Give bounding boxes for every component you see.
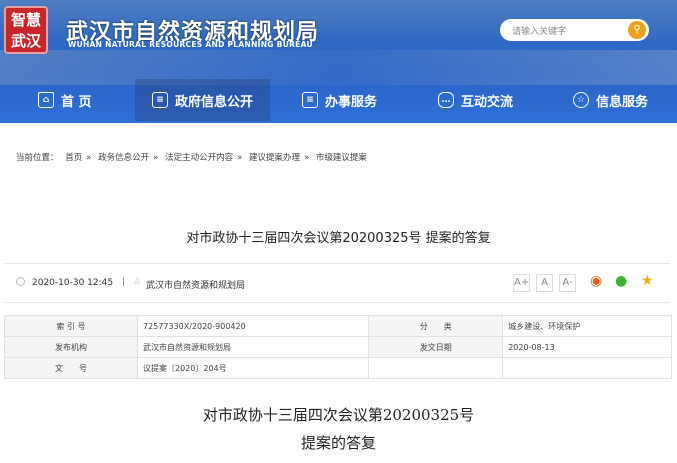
breadcrumb-link[interactable]: 法定主动公开内容	[165, 153, 233, 163]
source: 武汉市自然资源和规划局	[146, 281, 246, 291]
value: 武汉市自然资源和规划局	[136, 336, 370, 358]
main-nav: ⌂ 首 页 ≡ 政府信息公开 ≡ 办事服务 … 互动交流 ☆ 信息服务	[0, 79, 677, 121]
home-icon: ⌂	[38, 92, 54, 108]
body-title-line: 对市政协十三届四次会议第20200325号	[202, 406, 475, 424]
value	[502, 357, 672, 379]
search-button[interactable]: ⚲	[628, 21, 646, 39]
divider: |	[122, 277, 126, 287]
favorite-star-icon[interactable]: ★	[641, 273, 654, 289]
label	[368, 357, 504, 379]
breadcrumb-sep: »	[86, 153, 92, 163]
table-row: 发布机构 武汉市自然资源和规划局 发文日期 2020-08-13	[4, 336, 672, 358]
nav-label: 首 页	[61, 94, 92, 110]
wechat-icon[interactable]: ●	[615, 273, 627, 289]
breadcrumb-link[interactable]: 首页	[65, 153, 82, 163]
breadcrumb-prefix: 当前位置：	[16, 153, 59, 163]
article-body-title: 对市政协十三届四次会议第20200325号 提案的答复	[0, 401, 677, 457]
chat-icon: …	[438, 92, 454, 108]
font-normal-button[interactable]: A	[536, 274, 553, 292]
logo[interactable]: 智慧 武汉	[4, 6, 48, 54]
table-row: 文 号议提案〔2020〕204号	[4, 357, 672, 379]
breadcrumb-link[interactable]: 政务信息公开	[98, 153, 149, 163]
nav-label: 政府信息公开	[175, 94, 254, 110]
label: 分 类	[368, 315, 504, 337]
breadcrumb-sep: »	[153, 153, 159, 163]
body-title-line: 提案的答复	[300, 434, 376, 452]
nav-home[interactable]: ⌂ 首 页	[38, 79, 92, 121]
value: 城乡建设、环境保护	[502, 315, 672, 337]
star-icon: ☆	[573, 92, 589, 108]
font-decrease-button[interactable]: A-	[559, 274, 576, 292]
table-row: 索 引 号 72577330X/2020-900420 分 类城乡建设、环境保护	[4, 315, 672, 337]
nav-info-services[interactable]: ☆ 信息服务	[573, 79, 648, 121]
nav-label: 信息服务	[596, 94, 649, 110]
document-icon: ≡	[152, 92, 168, 108]
search-placeholder: 请输入关键字	[512, 27, 567, 37]
user-icon: ♙	[133, 277, 142, 287]
site-name-en: WUHAN NATURAL RESOURCES AND PLANNING BUR…	[68, 40, 313, 49]
page-title: 对市政协十三届四次会议第20200325号 提案的答复	[186, 231, 491, 246]
weibo-icon[interactable]: ◉	[590, 273, 602, 289]
breadcrumb: 当前位置： 首页 » 政务信息公开 » 法定主动公开内容 » 建议提案办理 » 市级建议…	[16, 151, 371, 163]
search-input[interactable]: 请输入关键字 ⚲	[500, 19, 649, 41]
breadcrumb-link[interactable]: 建议提案办理	[249, 153, 300, 163]
nav-services[interactable]: ≡ 办事服务	[302, 79, 377, 121]
label: 发布机构	[4, 336, 138, 358]
document-icon: ≡	[302, 92, 318, 108]
nav-label: 办事服务	[325, 94, 378, 110]
info-table: 索 引 号 72577330X/2020-900420 分 类城乡建设、环境保护 发…	[4, 315, 672, 379]
publish-date: 2020-10-30 12:45	[32, 278, 114, 288]
nav-gov-info[interactable]: ≡ 政府信息公开	[135, 79, 270, 121]
article-meta: 2020-10-30 12:45 | ♙ 武汉市自然资源和规划局 A+ A A-…	[4, 263, 670, 303]
value: 72577330X/2020-900420	[136, 315, 370, 337]
label: 发文日期	[368, 336, 504, 358]
font-increase-button[interactable]: A+	[513, 274, 530, 292]
value: 议提案〔2020〕204号	[136, 357, 370, 379]
nav-interaction[interactable]: … 互动交流	[438, 79, 513, 121]
breadcrumb-sep: »	[304, 153, 310, 163]
clock-icon	[16, 277, 25, 286]
label: 索 引 号	[4, 315, 138, 337]
nav-label: 互动交流	[461, 94, 514, 110]
label: 文 号	[4, 357, 138, 379]
value: 2020-08-13	[502, 336, 672, 358]
site-header: 智慧 武汉 武汉市自然资源和规划局 WUHAN NATURAL RESOURCES…	[0, 0, 677, 123]
breadcrumb-sep: »	[237, 153, 243, 163]
breadcrumb-link[interactable]: 市级建议提案	[316, 153, 367, 163]
